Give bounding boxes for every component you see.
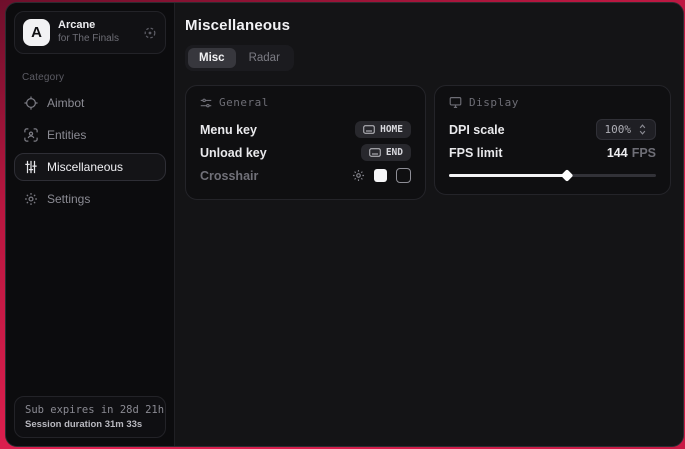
sliders-vertical-icon	[24, 160, 38, 174]
menu-key-row: Menu key HOME	[200, 118, 411, 141]
general-panel: General Menu key HOME	[185, 85, 426, 200]
sidebar-item-label: Settings	[47, 192, 90, 206]
dpi-scale-row: DPI scale 100%	[449, 118, 656, 141]
target-icon[interactable]	[143, 26, 157, 40]
fps-limit-value: 144 FPS	[607, 146, 656, 160]
fps-limit-label: FPS limit	[449, 146, 502, 160]
sliders-horizontal-icon	[200, 97, 212, 109]
fps-slider-thumb[interactable]	[561, 169, 574, 182]
unload-key-row: Unload key END	[200, 141, 411, 164]
menu-key-value: HOME	[380, 124, 403, 135]
crosshair-row: Crosshair	[200, 164, 411, 187]
sidebar-item-label: Entities	[47, 128, 86, 142]
sidebar-item-aimbot[interactable]: Aimbot	[14, 89, 166, 117]
app-window: A Arcane for The Finals Category	[5, 2, 684, 447]
display-panel-title: Display	[469, 96, 519, 109]
fps-limit-slider[interactable]	[449, 168, 656, 182]
chevrons-up-down-icon	[638, 124, 647, 135]
category-label: Category	[22, 72, 158, 83]
main-content: Miscellaneous Misc Radar General	[175, 3, 684, 446]
dpi-scale-label: DPI scale	[449, 123, 505, 137]
sidebar-nav: Aimbot Entities	[6, 89, 174, 213]
crosshair-controls	[352, 168, 411, 183]
tab-radar[interactable]: Radar	[238, 48, 291, 68]
monitor-icon	[449, 96, 462, 109]
gear-icon	[24, 192, 38, 206]
sub-expiry-text: Sub expires in 28d 21h	[25, 404, 155, 416]
dpi-scale-select[interactable]: 100%	[596, 119, 657, 140]
app-subtitle: for The Finals	[58, 33, 135, 46]
sidebar: A Arcane for The Finals Category	[6, 3, 175, 446]
app-logo: A	[23, 19, 50, 46]
display-panel-header: Display	[449, 96, 656, 109]
scan-users-icon	[24, 128, 38, 142]
subscription-card: Sub expires in 28d 21h Session duration …	[14, 396, 166, 438]
menu-key-label: Menu key	[200, 123, 257, 137]
menu-key-bind-button[interactable]: HOME	[355, 121, 411, 138]
crosshair-icon	[24, 96, 38, 110]
fps-limit-row: FPS limit 144 FPS	[449, 141, 656, 164]
unload-key-value: END	[386, 147, 403, 158]
session-duration-text: Session duration 31m 33s	[25, 419, 155, 430]
crosshair-settings-gear-icon[interactable]	[352, 169, 365, 182]
general-panel-header: General	[200, 96, 411, 109]
sidebar-item-label: Miscellaneous	[47, 160, 123, 174]
fps-number: 144	[607, 146, 628, 160]
keyboard-icon	[363, 125, 375, 134]
sidebar-item-miscellaneous[interactable]: Miscellaneous	[14, 153, 166, 181]
tab-misc[interactable]: Misc	[188, 48, 236, 68]
dpi-scale-value: 100%	[605, 123, 632, 136]
crosshair-checkbox[interactable]	[396, 168, 411, 183]
sidebar-item-entities[interactable]: Entities	[14, 121, 166, 149]
page-title: Miscellaneous	[185, 17, 671, 34]
crosshair-color-swatch[interactable]	[374, 169, 387, 182]
fps-unit: FPS	[632, 146, 656, 160]
fps-slider-fill	[449, 174, 567, 177]
tab-list: Misc Radar	[185, 45, 294, 71]
sidebar-item-label: Aimbot	[47, 96, 84, 110]
sidebar-item-settings[interactable]: Settings	[14, 185, 166, 213]
unload-key-bind-button[interactable]: END	[361, 144, 411, 161]
display-panel: Display DPI scale 100% FPS limit	[434, 85, 671, 195]
panels-row: General Menu key HOME	[185, 85, 671, 200]
crosshair-label: Crosshair	[200, 169, 258, 183]
profile-text: Arcane for The Finals	[58, 19, 135, 45]
app-name: Arcane	[58, 19, 135, 33]
unload-key-label: Unload key	[200, 146, 267, 160]
general-panel-title: General	[219, 96, 269, 109]
profile-card: A Arcane for The Finals	[14, 11, 166, 54]
keyboard-icon	[369, 148, 381, 157]
